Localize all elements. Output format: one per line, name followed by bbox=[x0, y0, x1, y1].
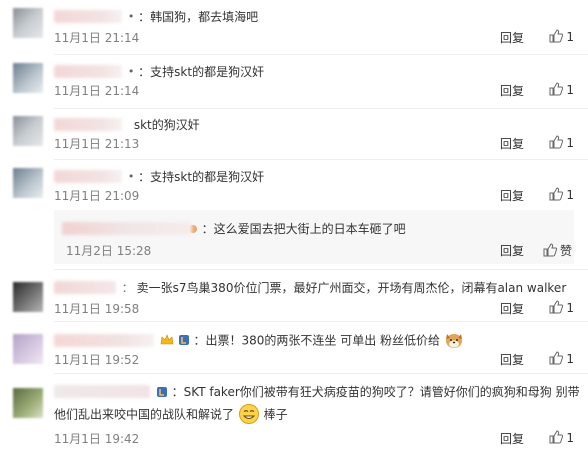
comment-text: ：出票！380的两张不连坐 可单出 粉丝低价给 bbox=[193, 333, 441, 348]
user-badge: ： bbox=[121, 281, 133, 295]
timestamp: 11月1日 19:42 bbox=[54, 432, 140, 446]
comment-item: skt的狗汉奸 11月1日 21:13 回复 1 bbox=[0, 110, 588, 160]
username[interactable] bbox=[54, 170, 122, 183]
thumb-up-icon bbox=[549, 29, 564, 43]
crown-badge-icon bbox=[160, 334, 174, 345]
reply-button[interactable]: 回复 bbox=[500, 430, 524, 447]
comment-text: ：支持skt的都是狗汉奸 bbox=[138, 170, 265, 184]
like-button[interactable]: 1 bbox=[549, 351, 574, 366]
timestamp: 11月1日 21:14 bbox=[54, 31, 140, 45]
like-count: 1 bbox=[566, 136, 574, 150]
avatar[interactable] bbox=[13, 63, 43, 93]
comment-text: ：SKT faker你们被带有狂犬病疫苗的狗咬了？请管好你们的疯狗和母狗 别带 bbox=[171, 385, 580, 399]
user-badge: • bbox=[127, 10, 135, 23]
username[interactable] bbox=[54, 65, 122, 78]
timestamp: 11月1日 19:52 bbox=[54, 353, 140, 367]
comment-text-line2: 他们乱出来咬中国的战队和解说了 bbox=[54, 407, 235, 422]
username[interactable] bbox=[54, 333, 154, 347]
like-count: 1 bbox=[566, 30, 574, 44]
username[interactable] bbox=[54, 10, 122, 23]
nested-reply: ：这么爱国去把大街上的日本车砸了吧 11月2日 15:28 回复 赞 bbox=[54, 210, 574, 264]
like-button[interactable]: 1 bbox=[549, 430, 574, 445]
timestamp: 11月1日 19:58 bbox=[54, 302, 140, 316]
username[interactable] bbox=[54, 385, 150, 398]
like-count: 1 bbox=[566, 431, 574, 445]
like-button[interactable]: 1 bbox=[549, 29, 574, 44]
thumb-up-icon bbox=[549, 187, 564, 201]
comment-text: ：这么爱国去把大街上的日本车砸了吧 bbox=[201, 222, 406, 236]
avatar[interactable] bbox=[13, 116, 43, 146]
username[interactable] bbox=[54, 281, 116, 294]
thumb-up-icon bbox=[549, 430, 564, 444]
like-label: 赞 bbox=[559, 244, 572, 258]
like-count: 1 bbox=[566, 83, 574, 97]
reply-button[interactable]: 回复 bbox=[500, 29, 524, 46]
thumb-up-icon bbox=[549, 135, 564, 149]
divider bbox=[54, 108, 588, 109]
like-button[interactable]: 1 bbox=[549, 82, 574, 97]
comment-text: ：支持skt的都是狗汉奸 bbox=[138, 65, 265, 79]
comment-text: skt的狗汉奸 bbox=[133, 118, 200, 132]
avatar[interactable] bbox=[13, 388, 43, 418]
reply-button[interactable]: 回复 bbox=[500, 82, 524, 99]
dog-emoji-icon bbox=[445, 334, 462, 348]
timestamp: 11月1日 21:09 bbox=[54, 189, 140, 203]
reply-button[interactable]: 回复 bbox=[500, 300, 524, 317]
like-count: 1 bbox=[566, 301, 574, 315]
thumb-up-icon bbox=[549, 82, 564, 96]
timestamp: 11月1日 21:14 bbox=[54, 84, 140, 98]
smile-emoji-icon bbox=[238, 404, 259, 424]
comment-item: ：出票！380的两张不连坐 可单出 粉丝低价给 11月1日 19:52 回复 1 bbox=[0, 322, 588, 374]
avatar[interactable] bbox=[13, 168, 43, 198]
comment-item: ： 卖一张s7鸟巢380价位门票，最好广州面交，开场有周杰伦，闭幕有alan w… bbox=[0, 270, 588, 322]
like-count: 1 bbox=[566, 352, 574, 366]
comment-text-tail: 棒子 bbox=[263, 407, 288, 422]
username[interactable] bbox=[62, 222, 192, 235]
comment-item: • ：韩国狗，都去填海吧 11月1日 21:14 回复 1 bbox=[0, 0, 588, 55]
comment-item: • ：支持skt的都是狗汉奸 11月1日 21:14 回复 1 bbox=[0, 55, 588, 110]
avatar[interactable] bbox=[13, 282, 43, 312]
comment-text: 卖一张s7鸟巢380价位门票，最好广州面交，开场有周杰伦，闭幕有alan wal… bbox=[136, 281, 567, 295]
reply-button[interactable]: 回复 bbox=[500, 135, 524, 152]
timestamp: 11月1日 21:13 bbox=[54, 137, 140, 151]
avatar[interactable] bbox=[13, 334, 43, 364]
like-button[interactable]: 1 bbox=[549, 300, 574, 315]
comment-item: ：SKT faker你们被带有狂犬病疫苗的狗咬了？请管好你们的疯狗和母狗 别带 … bbox=[0, 374, 588, 460]
member-badge-icon bbox=[178, 335, 189, 345]
like-button[interactable]: 赞 bbox=[543, 242, 572, 259]
comment-text: ：韩国狗，都去填海吧 bbox=[138, 10, 259, 24]
timestamp: 11月2日 15:28 bbox=[66, 244, 152, 258]
thumb-up-icon bbox=[549, 300, 564, 314]
username[interactable] bbox=[54, 118, 122, 131]
thumb-up-icon bbox=[549, 351, 564, 365]
avatar[interactable] bbox=[13, 8, 43, 38]
member-badge-icon bbox=[156, 386, 167, 397]
reply-button[interactable]: 回复 bbox=[500, 351, 524, 368]
reply-button[interactable]: 回复 bbox=[500, 187, 524, 204]
thumb-up-icon bbox=[543, 243, 557, 257]
like-button[interactable]: 1 bbox=[549, 135, 574, 150]
user-badge: • bbox=[127, 170, 135, 183]
like-count: 1 bbox=[566, 188, 574, 202]
comment-item: • ：支持skt的都是狗汉奸 11月1日 21:09 回复 1 ：这么爱国去把大… bbox=[0, 160, 588, 270]
like-button[interactable]: 1 bbox=[549, 187, 574, 202]
user-badge: • bbox=[127, 65, 135, 78]
reply-button[interactable]: 回复 bbox=[500, 242, 524, 259]
